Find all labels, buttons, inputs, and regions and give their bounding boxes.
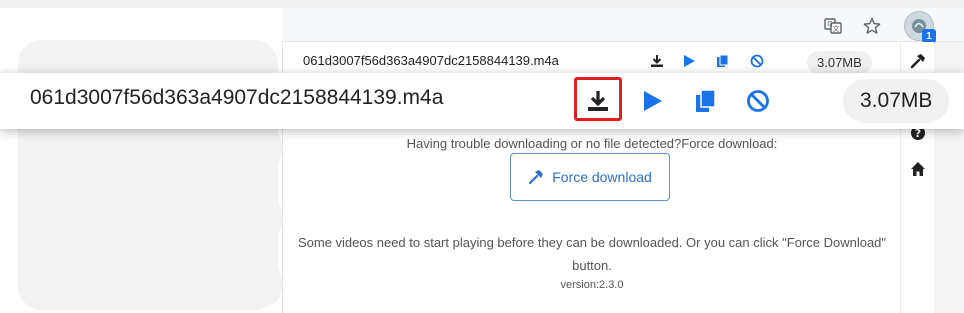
home-icon[interactable]: [909, 160, 927, 178]
force-download-label: Force download: [552, 169, 652, 185]
translate-icon[interactable]: 文G: [823, 16, 843, 36]
zoomed-file-size-badge: 3.07MB: [843, 79, 950, 123]
force-download-button[interactable]: Force download: [510, 153, 670, 201]
hammer-icon: [529, 170, 544, 185]
extension-icon[interactable]: 1: [904, 11, 936, 43]
block-icon[interactable]: [749, 53, 765, 69]
background-card: [212, 196, 282, 240]
trouble-text: Having trouble downloading or no file de…: [406, 136, 778, 151]
browser-toolbar: 文G 1: [282, 8, 964, 43]
download-icon[interactable]: [649, 53, 665, 69]
file-name: 061d3007f56d363a4907dc2158844139.m4a: [303, 53, 559, 68]
file-row: 061d3007f56d363a4907dc2158844139.m4a 3.0…: [283, 46, 901, 76]
play-icon[interactable]: [681, 53, 697, 69]
svg-text:文: 文: [833, 24, 840, 33]
copy-icon[interactable]: [715, 53, 731, 69]
hammer-icon[interactable]: [909, 52, 927, 70]
zoomed-file-row: 061d3007f56d363a4907dc2158844139.m4a 3.0…: [0, 73, 964, 129]
copy-icon[interactable]: [692, 87, 720, 115]
star-icon[interactable]: [862, 16, 882, 36]
download-icon[interactable]: [584, 87, 612, 115]
background-card: [212, 126, 282, 170]
play-icon[interactable]: [638, 87, 666, 115]
version-label: version:2.3.0: [560, 279, 624, 291]
zoomed-file-name: 061d3007f56d363a4907dc2158844139.m4a: [30, 86, 444, 109]
extension-badge: 1: [922, 29, 936, 43]
file-size-badge: 3.07MB: [807, 51, 872, 74]
svg-text:G: G: [827, 20, 832, 28]
block-icon[interactable]: [744, 87, 772, 115]
background-card: [212, 262, 282, 306]
browser-top-edge: [0, 0, 964, 8]
help-note: Some videos need to start playing before…: [297, 235, 887, 273]
